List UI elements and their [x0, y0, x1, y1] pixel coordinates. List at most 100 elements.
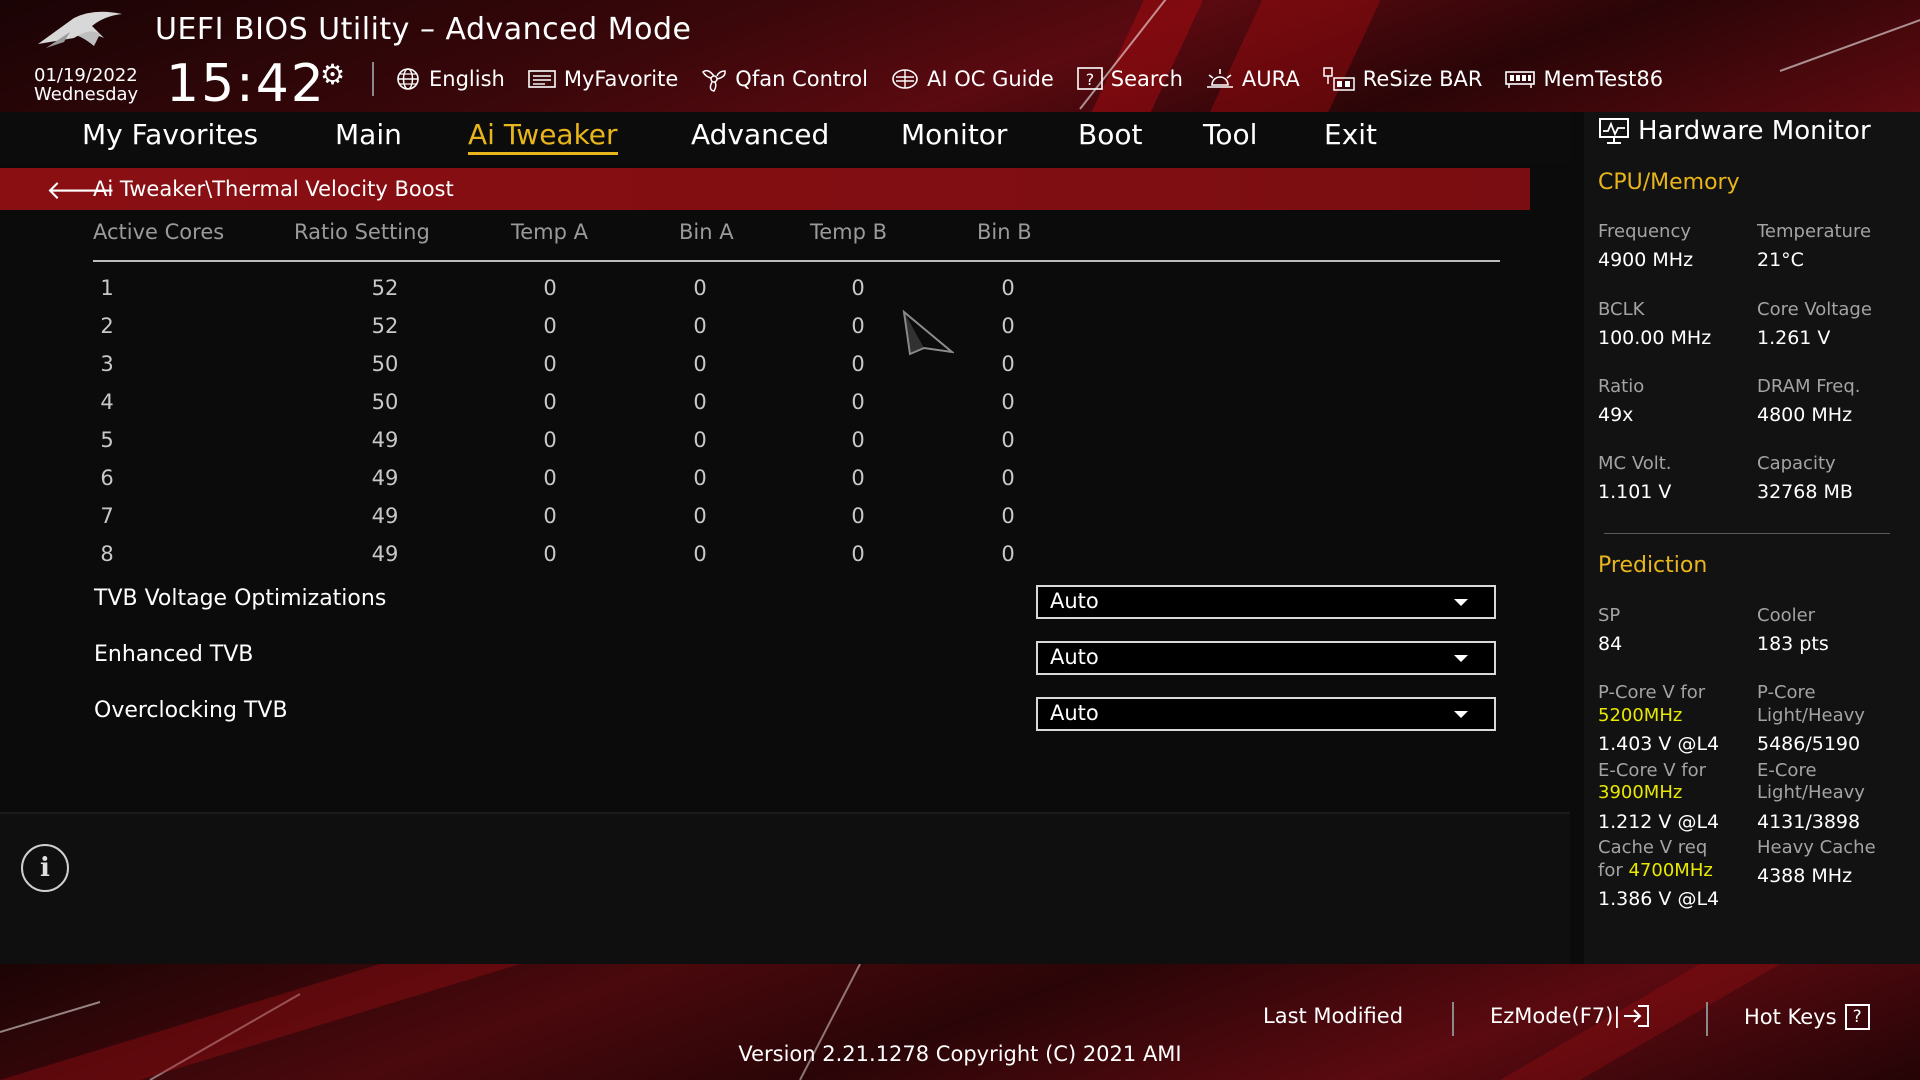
table-cell: 0: [851, 542, 865, 566]
capacity-label: Capacity: [1757, 453, 1836, 474]
heavy-cache-label: Heavy Cache: [1757, 837, 1876, 858]
table-cell: 0: [851, 276, 865, 300]
column-header-bin-a: Bin A: [679, 220, 734, 244]
table-cell: 52: [371, 314, 399, 338]
gear-icon[interactable]: ⚙: [320, 58, 345, 91]
qfan-control-button[interactable]: Qfan Control: [700, 66, 868, 92]
table-cell: 0: [1001, 428, 1015, 452]
cooler-value: 183 pts: [1757, 633, 1829, 655]
table-cell: 0: [693, 390, 707, 414]
ezmode-button[interactable]: EzMode(F7)|: [1490, 1004, 1652, 1028]
tab-monitor[interactable]: Monitor: [901, 118, 1007, 151]
aura-button[interactable]: AURA: [1205, 67, 1300, 91]
help-key-icon: ?: [1844, 1004, 1870, 1030]
table-cell: 0: [693, 428, 707, 452]
tvb-voltage-optimizations-label: TVB Voltage Optimizations: [94, 586, 387, 611]
toolbar: English MyFavorite Qfan Control AI OC Gu…: [394, 64, 1685, 94]
decorative-slash: [1779, 11, 1920, 72]
table-cell: 0: [1001, 352, 1015, 376]
memtest86-label: MemTest86: [1543, 67, 1664, 91]
table-cell: 7: [100, 504, 114, 528]
cache-v-for-text: for: [1598, 860, 1623, 881]
table-cell: 8: [100, 542, 114, 566]
table-cell: 0: [1001, 504, 1015, 528]
memtest86-button[interactable]: MemTest86: [1504, 67, 1663, 91]
ezmode-label: EzMode(F7)|: [1490, 1004, 1621, 1028]
enhanced-tvb-label: Enhanced TVB: [94, 642, 254, 667]
english-button[interactable]: English: [394, 67, 505, 91]
table-cell: 0: [543, 504, 557, 528]
hardware-monitor-divider: [1604, 533, 1890, 534]
cache-v-label-line2: for 4700MHz: [1598, 860, 1713, 882]
table-cell: 0: [693, 352, 707, 376]
tab-my-favorites[interactable]: My Favorites: [82, 118, 258, 151]
table-cell: 0: [851, 352, 865, 376]
chevron-down-icon: [1454, 655, 1468, 662]
cpu-memory-section-title: CPU/Memory: [1598, 170, 1740, 195]
exit-arrow-icon: [1624, 1005, 1650, 1027]
version-text: Version 2.21.1278 Copyright (C) 2021 AMI: [738, 1042, 1182, 1066]
table-cell: 4: [100, 390, 114, 414]
info-icon[interactable]: i: [21, 844, 69, 892]
table-cell: 0: [1001, 542, 1015, 566]
enhanced-tvb-select[interactable]: Auto: [1036, 641, 1496, 675]
select-value: Auto: [1050, 589, 1099, 613]
ecore-v-frequency: 3900MHz: [1598, 782, 1683, 803]
ai-oc-guide-button[interactable]: AI OC Guide: [890, 67, 1054, 91]
search-button[interactable]: ? Search: [1076, 67, 1183, 91]
search-label: Search: [1110, 67, 1183, 91]
dram-freq-value: 4800 MHz: [1757, 404, 1853, 426]
footer-divider: [1452, 1002, 1454, 1036]
rog-logo-icon: [38, 11, 122, 48]
table-cell: 0: [543, 314, 557, 338]
footer-divider: [1706, 1002, 1708, 1036]
tab-advanced[interactable]: Advanced: [691, 118, 829, 151]
help-panel: [0, 812, 1570, 966]
table-cell: 0: [543, 428, 557, 452]
sp-value: 84: [1598, 633, 1623, 655]
cache-v-value: 1.386 V @L4: [1598, 888, 1720, 910]
myfavorite-button[interactable]: MyFavorite: [527, 67, 678, 91]
table-cell: 0: [851, 466, 865, 490]
resize-bar-button[interactable]: ReSize BAR: [1322, 66, 1482, 92]
table-cell: 0: [543, 276, 557, 300]
table-cell: 0: [543, 352, 557, 376]
table-cell: 0: [851, 314, 865, 338]
table-cell: 0: [693, 542, 707, 566]
tvb-voltage-optimizations-select[interactable]: Auto: [1036, 585, 1496, 619]
tab-main[interactable]: Main: [335, 118, 402, 151]
last-modified-button[interactable]: Last Modified: [1263, 1004, 1403, 1028]
mc-volt-value: 1.101 V: [1598, 481, 1672, 503]
table-cell: 0: [1001, 466, 1015, 490]
prediction-section-title: Prediction: [1598, 553, 1708, 578]
hot-keys-button[interactable]: Hot Keys ?: [1744, 1004, 1870, 1030]
date-display: 01/19/2022 Wednesday: [34, 66, 138, 104]
tab-ai-tweaker[interactable]: Ai Tweaker: [468, 118, 618, 155]
tab-boot[interactable]: Boot: [1078, 118, 1142, 151]
mouse-cursor-icon: [902, 310, 954, 356]
tab-exit[interactable]: Exit: [1324, 118, 1377, 151]
pcore-lh-value: 5486/5190: [1757, 733, 1861, 755]
date-text: 01/19/2022: [34, 65, 138, 86]
core-voltage-label: Core Voltage: [1757, 299, 1872, 320]
english-label: English: [429, 67, 505, 91]
hardware-monitor-title-text: Hardware Monitor: [1638, 116, 1871, 146]
bclk-label: BCLK: [1598, 299, 1645, 320]
globe-icon: [394, 67, 422, 91]
cooler-label: Cooler: [1757, 605, 1816, 626]
select-value: Auto: [1050, 701, 1099, 725]
pcore-lh-label-line2: Light/Heavy: [1757, 705, 1865, 726]
table-cell: 0: [693, 504, 707, 528]
bclk-value: 100.00 MHz: [1598, 327, 1712, 349]
qfan-control-label: Qfan Control: [735, 67, 868, 91]
overclocking-tvb-select[interactable]: Auto: [1036, 697, 1496, 731]
myfavorite-label: MyFavorite: [563, 67, 679, 91]
table-cell: 49: [371, 466, 399, 490]
hot-keys-label: Hot Keys: [1744, 1005, 1837, 1029]
table-cell: 6: [100, 466, 114, 490]
table-cell: 0: [693, 466, 707, 490]
chevron-down-icon: [1454, 711, 1468, 718]
overclocking-tvb-label: Overclocking TVB: [94, 698, 288, 723]
table-cell: 0: [693, 276, 707, 300]
tab-tool[interactable]: Tool: [1203, 118, 1257, 151]
